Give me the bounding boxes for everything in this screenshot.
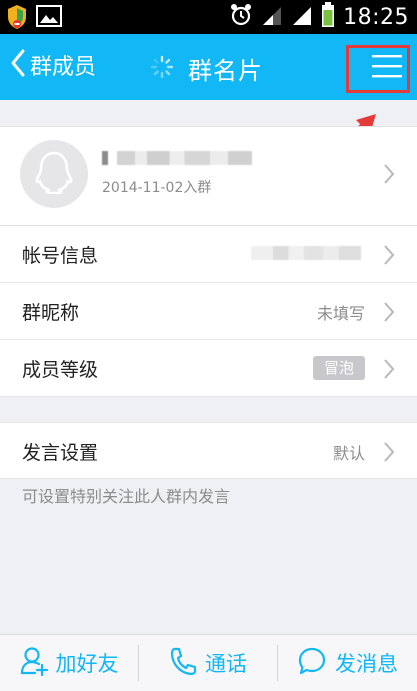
- speak-settings-value: 默认: [332, 444, 365, 463]
- clock-time: 18:25: [343, 4, 409, 30]
- security-app-icon: [6, 4, 28, 34]
- title-text: 群名片: [188, 57, 263, 85]
- bottom-action-bar: 加好友 通话 发消息: [0, 634, 417, 691]
- member-level-badge: 冒泡: [313, 356, 365, 380]
- default-avatar-penguin-icon: [34, 150, 74, 198]
- battery-icon: [321, 2, 335, 32]
- avatar[interactable]: [20, 140, 88, 208]
- call-button[interactable]: 通话: [139, 635, 277, 691]
- call-label: 通话: [205, 652, 247, 676]
- group-nickname-value: 未填写: [316, 304, 365, 323]
- member-name-redacted: [102, 151, 252, 165]
- chevron-right-icon: [383, 358, 395, 384]
- chat-bubble-icon: [297, 646, 327, 680]
- row-member-level[interactable]: 成员等级 冒泡: [0, 340, 417, 397]
- account-info-value-redacted: [251, 246, 361, 260]
- join-date: 2014-11-02入群: [102, 180, 212, 196]
- group-nickname-label: 群昵称: [22, 302, 80, 324]
- chevron-right-icon: [383, 301, 395, 327]
- page-title: 群名片: [150, 51, 263, 86]
- add-friend-icon: [20, 646, 48, 680]
- member-profile-card[interactable]: 2014-11-02入群: [0, 126, 417, 226]
- back-label: 群成员: [30, 55, 97, 80]
- add-friend-button[interactable]: 加好友: [0, 635, 138, 691]
- send-message-button[interactable]: 发消息: [278, 635, 417, 691]
- row-group-nickname[interactable]: 群昵称 未填写: [0, 283, 417, 340]
- row-speak-settings[interactable]: 发言设置 默认: [0, 422, 417, 479]
- annotation-highlight-box: [346, 45, 410, 93]
- member-level-label: 成员等级: [22, 359, 99, 381]
- chevron-right-icon: [383, 441, 395, 467]
- add-friend-label: 加好友: [55, 652, 119, 676]
- loading-spinner-icon: [150, 55, 174, 83]
- chevron-left-icon: [10, 48, 26, 82]
- back-button[interactable]: 群成员: [10, 48, 96, 82]
- speak-settings-label: 发言设置: [22, 442, 99, 464]
- speak-settings-hint: 可设置特别关注此人群内发言: [22, 487, 231, 506]
- gallery-icon: [36, 4, 62, 34]
- cell-signal-icon: [291, 3, 313, 31]
- wifi-signal-icon: [261, 3, 283, 31]
- chevron-right-icon: [383, 244, 395, 270]
- send-message-label: 发消息: [335, 652, 398, 676]
- chevron-right-icon: [383, 163, 395, 189]
- phone-icon: [169, 646, 197, 680]
- row-account-info[interactable]: 帐号信息: [0, 226, 417, 283]
- status-bar: 18:25: [0, 0, 417, 34]
- alarm-icon: [229, 3, 253, 31]
- account-info-label: 帐号信息: [22, 245, 99, 267]
